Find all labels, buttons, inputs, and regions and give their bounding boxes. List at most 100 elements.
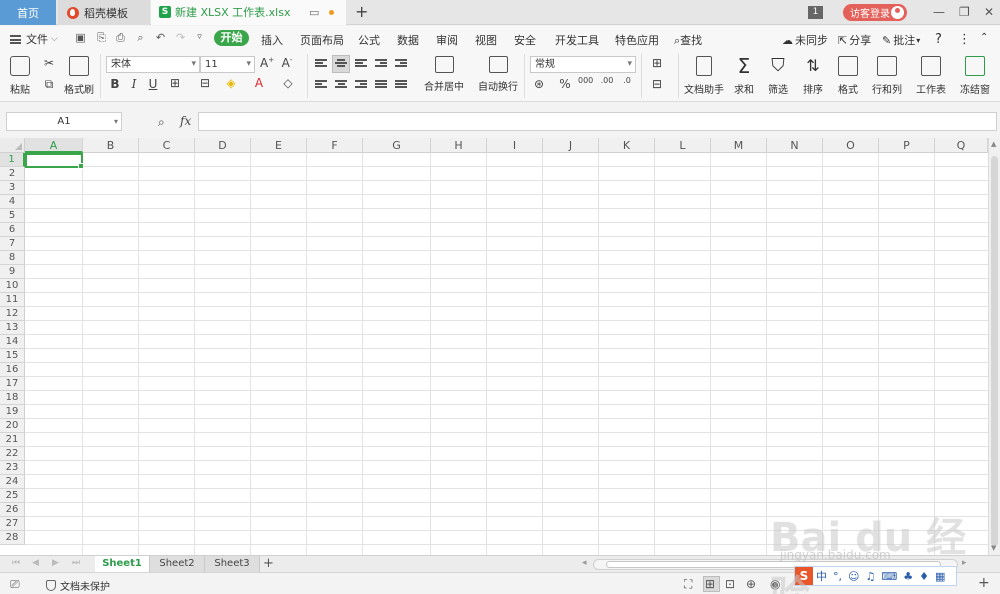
italic-icon[interactable]: I bbox=[127, 77, 141, 91]
tab-formulas[interactable]: 公式 bbox=[358, 32, 380, 48]
row-header-24[interactable]: 24 bbox=[0, 475, 25, 489]
cell-area[interactable] bbox=[25, 153, 988, 555]
worksheet-button[interactable]: 工作表 bbox=[916, 56, 946, 96]
column-header-c[interactable]: C bbox=[139, 138, 195, 153]
merge-center-button[interactable]: 合并居中 bbox=[424, 56, 464, 93]
help-icon[interactable]: ? bbox=[935, 32, 942, 47]
font-size-select[interactable]: 11 bbox=[200, 56, 255, 73]
restore-icon[interactable]: ❐ bbox=[959, 5, 970, 19]
save-icon[interactable]: ▣ bbox=[74, 31, 87, 44]
active-cell-a1[interactable] bbox=[25, 153, 84, 169]
tab-home[interactable]: 首页 bbox=[0, 0, 56, 25]
decrease-indent-icon[interactable] bbox=[375, 59, 387, 69]
prev-sheet-icon[interactable]: ◀ bbox=[32, 558, 39, 568]
clear-format-icon[interactable]: ◇ bbox=[281, 76, 295, 90]
row-header-10[interactable]: 10 bbox=[0, 279, 25, 293]
row-header-12[interactable]: 12 bbox=[0, 307, 25, 321]
filter-button[interactable]: ⛉ 筛选 bbox=[768, 56, 788, 97]
column-header-g[interactable]: G bbox=[363, 138, 431, 153]
more-options-icon[interactable]: ⋮ bbox=[958, 32, 971, 47]
page-layout-view-icon[interactable]: ⊡ bbox=[725, 577, 735, 591]
fx-icon[interactable]: fx bbox=[180, 114, 191, 128]
redo-icon[interactable]: ↷ bbox=[174, 31, 187, 44]
row-header-5[interactable]: 5 bbox=[0, 209, 25, 223]
document-protection-status[interactable]: 文档未保护 bbox=[46, 578, 110, 593]
row-header-2[interactable]: 2 bbox=[0, 167, 25, 181]
row-header-20[interactable]: 20 bbox=[0, 419, 25, 433]
row-header-28[interactable]: 28 bbox=[0, 531, 25, 545]
row-header-13[interactable]: 13 bbox=[0, 321, 25, 335]
row-header-11[interactable]: 11 bbox=[0, 293, 25, 307]
export-pdf-icon[interactable]: ⎘ bbox=[95, 31, 108, 44]
row-header-14[interactable]: 14 bbox=[0, 335, 25, 349]
row-header-27[interactable]: 27 bbox=[0, 517, 25, 531]
justify-icon[interactable] bbox=[375, 80, 387, 90]
normal-view-icon[interactable]: ⊞ bbox=[705, 577, 715, 591]
scroll-up-icon[interactable]: ▲ bbox=[991, 140, 996, 148]
thousands-separator-icon[interactable]: 000 bbox=[578, 76, 593, 85]
vertical-scrollbar[interactable]: ▲ ▼ bbox=[988, 138, 1000, 555]
zoom-formula-icon[interactable]: ⌕ bbox=[158, 115, 165, 130]
font-name-select[interactable]: 宋体 bbox=[106, 56, 200, 73]
increase-decimal-icon[interactable]: .00 bbox=[600, 76, 614, 85]
tab-security[interactable]: 安全 bbox=[514, 32, 536, 48]
column-header-e[interactable]: E bbox=[251, 138, 307, 153]
sheet-tab-sheet2[interactable]: Sheet2 bbox=[150, 556, 205, 572]
tab-start[interactable]: 开始 bbox=[214, 30, 249, 46]
page-break-view-icon[interactable]: ⊕ bbox=[746, 577, 756, 591]
first-sheet-icon[interactable]: ⏮ bbox=[12, 558, 20, 568]
row-header-25[interactable]: 25 bbox=[0, 489, 25, 503]
column-header-a[interactable]: A bbox=[25, 138, 83, 153]
decrease-decimal-icon[interactable]: .0 bbox=[620, 76, 634, 85]
tab-developer[interactable]: 开发工具 bbox=[555, 32, 599, 48]
row-header-22[interactable]: 22 bbox=[0, 447, 25, 461]
column-header-h[interactable]: H bbox=[431, 138, 487, 153]
table-style-icon[interactable]: ⊟ bbox=[650, 77, 664, 91]
last-sheet-icon[interactable]: ⏭ bbox=[72, 558, 80, 568]
row-header-9[interactable]: 9 bbox=[0, 265, 25, 279]
align-left-icon[interactable] bbox=[315, 80, 327, 90]
decrease-font-icon[interactable]: A- bbox=[280, 56, 294, 70]
column-header-p[interactable]: P bbox=[879, 138, 935, 153]
column-header-o[interactable]: O bbox=[823, 138, 879, 153]
row-header-4[interactable]: 4 bbox=[0, 195, 25, 209]
window-switch-icon[interactable]: ▭ bbox=[309, 6, 319, 19]
minimize-icon[interactable]: — bbox=[933, 5, 945, 19]
undo-icon[interactable]: ↶ bbox=[154, 31, 167, 44]
add-sheet-button[interactable]: + bbox=[263, 556, 274, 571]
window-count-badge[interactable]: 1 bbox=[808, 6, 823, 19]
share-button[interactable]: ⇱ 分享 bbox=[838, 32, 871, 48]
column-header-n[interactable]: N bbox=[767, 138, 823, 153]
row-header-6[interactable]: 6 bbox=[0, 223, 25, 237]
vertical-scroll-thumb[interactable] bbox=[991, 156, 998, 546]
customize-quick-access-icon[interactable]: ▿ bbox=[193, 31, 206, 44]
conditional-format-icon[interactable]: ⊞ bbox=[650, 56, 664, 70]
next-sheet-icon[interactable]: ▶ bbox=[52, 558, 59, 568]
doc-helper-button[interactable]: 文档助手 bbox=[684, 56, 724, 96]
print-preview-icon[interactable]: ⌕ bbox=[134, 31, 147, 44]
row-header-7[interactable]: 7 bbox=[0, 237, 25, 251]
tab-insert[interactable]: 插入 bbox=[261, 32, 283, 48]
increase-font-icon[interactable]: A+ bbox=[260, 56, 274, 70]
spreadsheet-grid[interactable]: A B C D E F G H I J K L M N O P Q 1 2 3 4 5 6 7 8 9 10 11 12 13 14 15 16… bbox=[0, 138, 988, 555]
tab-page-layout[interactable]: 页面布局 bbox=[300, 32, 344, 48]
format-painter-button[interactable]: 格式刷 bbox=[64, 56, 94, 96]
column-header-f[interactable]: F bbox=[307, 138, 363, 153]
align-top-icon[interactable] bbox=[315, 59, 327, 69]
format-button[interactable]: 格式 bbox=[838, 56, 858, 96]
paste-button[interactable]: 粘贴 bbox=[10, 56, 30, 96]
column-header-q[interactable]: Q bbox=[935, 138, 988, 153]
row-header-26[interactable]: 26 bbox=[0, 503, 25, 517]
name-box[interactable]: A1 bbox=[6, 112, 122, 131]
row-header-19[interactable]: 19 bbox=[0, 405, 25, 419]
column-header-l[interactable]: L bbox=[655, 138, 711, 153]
align-bottom-icon[interactable] bbox=[355, 59, 367, 69]
currency-icon[interactable]: ⊛ bbox=[532, 77, 546, 91]
copy-icon[interactable]: ⧉ bbox=[42, 77, 56, 92]
column-header-j[interactable]: J bbox=[543, 138, 599, 153]
hscroll-left-icon[interactable]: ◂ bbox=[582, 558, 587, 568]
number-format-select[interactable]: 常规 bbox=[530, 56, 636, 73]
close-icon[interactable]: ✕ bbox=[984, 5, 994, 19]
column-header-b[interactable]: B bbox=[83, 138, 139, 153]
tab-special-apps[interactable]: 特色应用 bbox=[615, 32, 659, 48]
